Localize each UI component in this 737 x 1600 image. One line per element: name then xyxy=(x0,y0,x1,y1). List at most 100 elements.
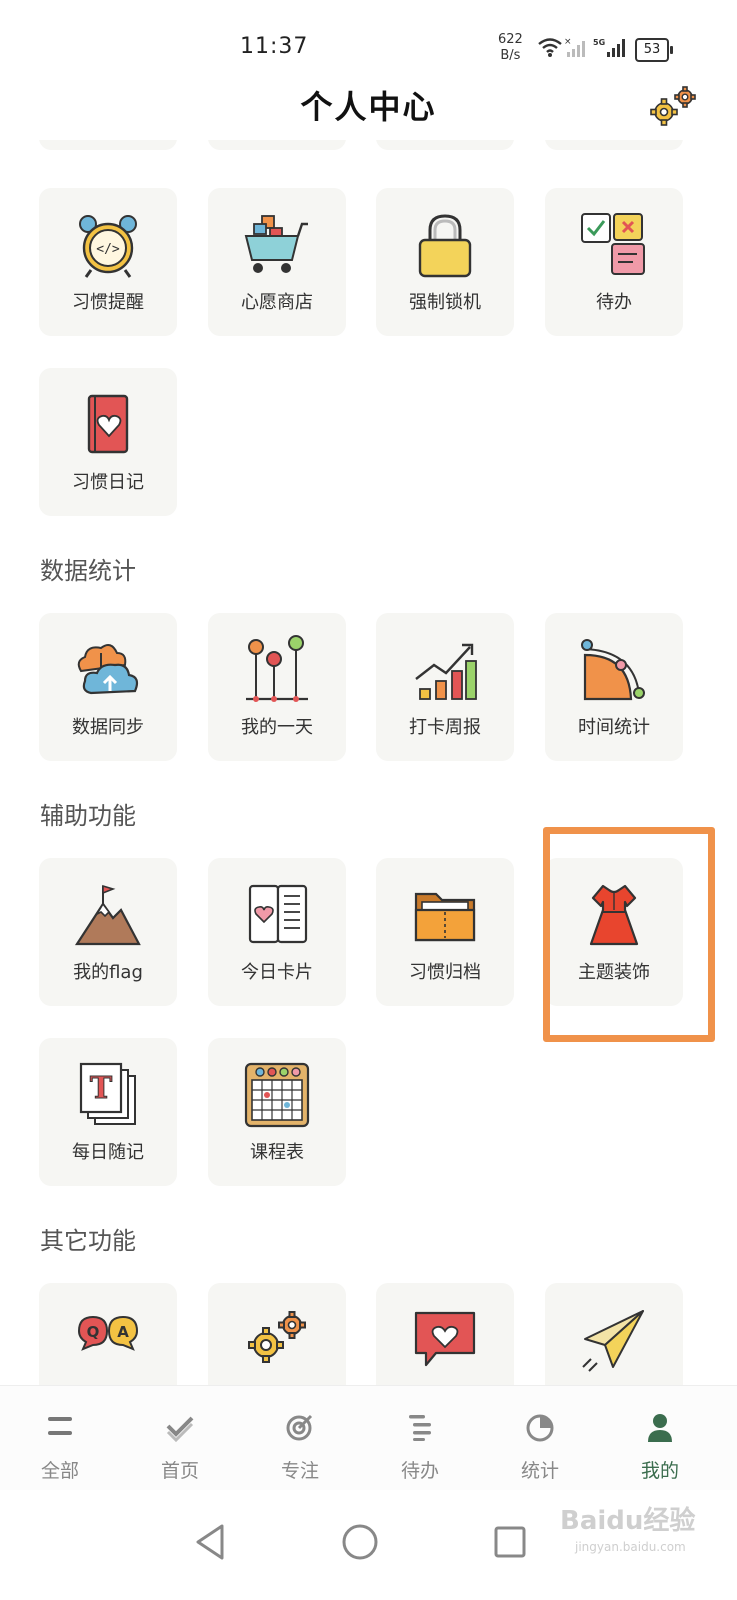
section-title-aux-functions: 辅助功能 xyxy=(40,802,136,830)
tile-theme-decor[interactable]: 主题装饰 xyxy=(545,858,683,1006)
tile-todo[interactable]: 待办 xyxy=(545,188,683,336)
pie-chart-icon xyxy=(526,1414,554,1442)
svg-text:T: T xyxy=(90,1071,113,1106)
battery-indicator: 53 xyxy=(635,38,673,62)
tile-my-flag[interactable]: 我的flag xyxy=(39,858,177,1006)
cloud-sync-icon xyxy=(77,643,139,695)
partial-tile[interactable] xyxy=(39,140,177,150)
status-time: 11:37 xyxy=(240,34,309,59)
alarm-clock-icon: </> xyxy=(79,215,137,278)
diary-heart-icon xyxy=(87,394,129,454)
tab-all[interactable]: 全部 xyxy=(0,1386,120,1491)
dress-icon xyxy=(589,884,639,946)
checkmark-layers-icon xyxy=(166,1416,194,1442)
tab-label: 首页 xyxy=(160,1460,199,1482)
section-title-other-functions: 其它功能 xyxy=(40,1227,136,1255)
tile-share[interactable] xyxy=(545,1283,683,1385)
signal-icon: × xyxy=(564,37,585,57)
tile-wish-shop[interactable]: 心愿商店 xyxy=(208,188,346,336)
recents-square-icon[interactable] xyxy=(480,1512,540,1572)
tile-label: 习惯归档 xyxy=(409,962,481,983)
tile-label: 数据同步 xyxy=(72,717,144,738)
network-speed: 622 B/s xyxy=(498,32,523,64)
wifi-icon xyxy=(538,38,562,57)
tile-label: 主题装饰 xyxy=(578,962,650,983)
tab-label: 统计 xyxy=(520,1460,559,1482)
tile-label: 待办 xyxy=(596,292,632,313)
tab-label: 全部 xyxy=(40,1460,79,1482)
tile-label: 强制锁机 xyxy=(409,292,481,313)
network-speed-value: 622 xyxy=(498,32,523,47)
tile-label: 今日卡片 xyxy=(241,962,313,983)
tile-label: 每日随记 xyxy=(72,1142,144,1163)
tile-daily-note[interactable]: T 每日随记 xyxy=(39,1038,177,1186)
partial-tile[interactable] xyxy=(545,140,683,150)
tile-time-stats[interactable]: 时间统计 xyxy=(545,613,683,761)
heart-message-icon xyxy=(414,1311,476,1367)
tab-stats[interactable]: 统计 xyxy=(480,1386,600,1491)
partial-tile[interactable] xyxy=(208,140,346,150)
folder-archive-icon xyxy=(414,892,476,942)
tab-focus[interactable]: 专注 xyxy=(240,1386,360,1491)
tile-settings[interactable] xyxy=(208,1283,346,1385)
timetable-grid-icon xyxy=(244,1062,310,1128)
tab-mine[interactable]: 我的 xyxy=(600,1386,720,1491)
tab-home[interactable]: 首页 xyxy=(120,1386,240,1491)
partial-tile[interactable] xyxy=(376,140,514,150)
tab-label: 专注 xyxy=(280,1460,319,1482)
settings-gear-icon[interactable] xyxy=(650,86,698,126)
system-nav-bar: Baidu经验 jingyan.baidu.com xyxy=(0,1490,737,1600)
timeline-pins-icon xyxy=(246,635,308,702)
paper-plane-icon xyxy=(582,1310,644,1372)
watermark-url: jingyan.baidu.com xyxy=(575,1540,686,1554)
target-icon xyxy=(286,1414,313,1441)
svg-text:×: × xyxy=(564,37,572,47)
tab-label: 我的 xyxy=(640,1460,679,1482)
home-circle-icon[interactable] xyxy=(330,1512,390,1572)
user-icon xyxy=(648,1414,672,1442)
tile-weekly-report[interactable]: 打卡周报 xyxy=(376,613,514,761)
list-icon xyxy=(409,1415,431,1441)
tile-label: 时间统计 xyxy=(578,717,650,738)
status-bar: 11:37 622 B/s × 5G 53 xyxy=(0,0,737,80)
tile-faq[interactable]: Q A xyxy=(39,1283,177,1385)
tile-timetable[interactable]: 课程表 xyxy=(208,1038,346,1186)
content-scroll-area[interactable]: </> 习惯提醒 心愿商店 强制锁机 待办 习惯日记 数据统计 数据同步 我的一… xyxy=(0,140,737,1385)
tile-force-lock[interactable]: 强制锁机 xyxy=(376,188,514,336)
back-icon[interactable] xyxy=(180,1512,240,1572)
network-speed-unit: B/s xyxy=(500,48,521,63)
tile-data-sync[interactable]: 数据同步 xyxy=(39,613,177,761)
tile-daily-card[interactable]: 今日卡片 xyxy=(208,858,346,1006)
shopping-cart-icon xyxy=(244,215,308,273)
svg-text:</>: </> xyxy=(96,242,120,257)
open-card-icon xyxy=(248,884,308,944)
tile-label: 心愿商店 xyxy=(241,292,313,313)
mountain-flag-icon xyxy=(74,884,141,946)
tile-label: 我的一天 xyxy=(241,717,313,738)
tile-label: 我的flag xyxy=(73,962,143,983)
tile-label: 习惯提醒 xyxy=(72,292,144,313)
tile-label: 课程表 xyxy=(250,1142,304,1163)
tile-feedback[interactable] xyxy=(376,1283,514,1385)
menu-lines-icon xyxy=(48,1417,72,1435)
section-title-data-stats: 数据统计 xyxy=(40,557,136,585)
gears-icon xyxy=(248,1311,306,1363)
tile-label: 习惯日记 xyxy=(72,472,144,493)
bar-growth-icon xyxy=(415,643,477,700)
watermark-logo: Baidu经验 xyxy=(560,1506,696,1536)
text-pages-icon: T xyxy=(79,1062,136,1125)
svg-text:5G: 5G xyxy=(593,38,605,47)
tile-habit-reminder[interactable]: </> 习惯提醒 xyxy=(39,188,177,336)
tab-todo[interactable]: 待办 xyxy=(360,1386,480,1491)
tile-habit-diary[interactable]: 习惯日记 xyxy=(39,368,177,516)
tab-label: 待办 xyxy=(400,1460,439,1482)
tile-habit-archive[interactable]: 习惯归档 xyxy=(376,858,514,1006)
tile-my-day[interactable]: 我的一天 xyxy=(208,613,346,761)
page-title: 个人中心 xyxy=(300,88,437,126)
pie-quarter-icon xyxy=(581,639,645,701)
svg-text:A: A xyxy=(117,1323,129,1341)
signal-5g-icon: 5G xyxy=(593,38,625,57)
qa-bubbles-icon: Q A xyxy=(77,1315,139,1351)
sticky-notes-icon xyxy=(581,213,645,275)
bottom-tab-bar: 全部 首页 专注 待办 统计 我的 xyxy=(0,1385,737,1491)
